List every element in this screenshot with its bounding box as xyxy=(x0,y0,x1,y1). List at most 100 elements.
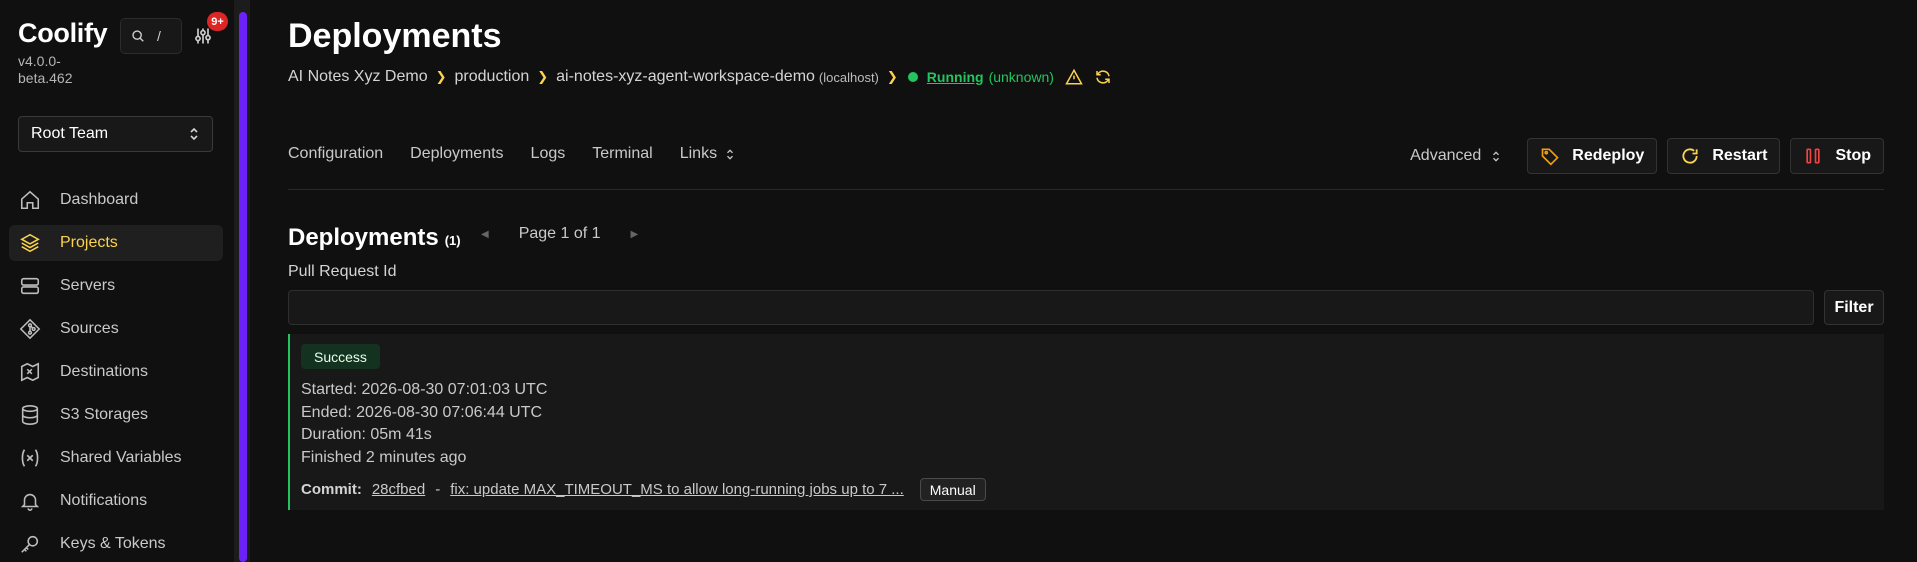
tab-configuration[interactable]: Configuration xyxy=(288,145,383,163)
resource-tabs: Configuration Deployments Logs Terminal … xyxy=(288,145,735,163)
sidebar-item-shared-variables[interactable]: Shared Variables xyxy=(9,440,223,476)
pull-request-id-input[interactable] xyxy=(288,290,1814,325)
status-badge-label: Success xyxy=(314,348,367,365)
breadcrumb: AI Notes Xyz Demo ❯ production ❯ ai-note… xyxy=(288,68,1112,86)
deployment-ended: Ended: 2026-08-30 07:06:44 UTC xyxy=(301,403,543,421)
status-dot-icon xyxy=(907,72,918,82)
deployment-item[interactable]: Success Started: 2026-08-30 07:01:03 UTC… xyxy=(288,334,1884,510)
sidebar-item-projects[interactable]: Projects xyxy=(9,225,223,261)
server-icon xyxy=(20,277,40,295)
sidebar-item-servers[interactable]: Servers xyxy=(9,268,223,304)
bell-icon xyxy=(20,493,40,511)
commit-separator: - xyxy=(435,481,441,498)
main-content: Deployments AI Notes Xyz Demo ❯ producti… xyxy=(288,0,1884,562)
sidebar-item-label: Projects xyxy=(60,234,118,251)
commit-label: Commit: xyxy=(301,481,362,498)
notification-badge: 9+ xyxy=(207,12,228,31)
page-indicator: Page 1 of 1 xyxy=(518,225,601,242)
breadcrumb-server: (localhost) xyxy=(818,69,879,85)
tab-logs[interactable]: Logs xyxy=(531,145,566,163)
sidebar-item-label: Shared Variables xyxy=(60,449,182,466)
stop-icon xyxy=(1806,148,1821,164)
app-logo[interactable]: Coolify xyxy=(18,18,108,49)
chevron-right-icon: ❯ xyxy=(435,69,447,84)
tab-links[interactable]: Links xyxy=(680,145,735,163)
sidebar-item-label: Sources xyxy=(60,320,119,337)
advanced-dropdown[interactable]: Advanced xyxy=(1410,147,1501,165)
deployments-heading: Deployments (1) xyxy=(288,224,461,252)
prev-page-icon[interactable]: ◀ xyxy=(481,229,489,240)
search-button[interactable]: / xyxy=(120,18,182,54)
stop-label: Stop xyxy=(1835,147,1871,164)
sidebar-scrollbar-thumb[interactable] xyxy=(239,12,247,562)
deployments-title: Deployments xyxy=(288,224,439,251)
deployments-count: (1) xyxy=(444,233,461,248)
sidebar-nav: Dashboard Projects Servers Sources Desti… xyxy=(9,182,223,562)
sidebar-item-label: Keys & Tokens xyxy=(60,535,166,552)
status-running-link[interactable]: Running xyxy=(927,69,984,85)
breadcrumb-project[interactable]: AI Notes Xyz Demo xyxy=(288,68,428,86)
layers-icon xyxy=(20,233,40,253)
advanced-label: Advanced xyxy=(1410,147,1482,164)
next-page-icon[interactable]: ▶ xyxy=(631,229,639,240)
team-name: Root Team xyxy=(31,125,109,142)
breadcrumb-environment[interactable]: production xyxy=(455,68,530,86)
sidebar: Coolify v4.0.0-beta.462 / 9+ Root Team D… xyxy=(0,0,234,562)
git-icon xyxy=(19,318,41,340)
map-icon xyxy=(20,362,40,382)
commit-message-link[interactable]: fix: update MAX_TIMEOUT_MS to allow long… xyxy=(450,481,904,498)
chevron-right-icon: ❯ xyxy=(537,69,549,84)
tag-icon xyxy=(1541,148,1559,166)
sidebar-item-sources[interactable]: Sources xyxy=(9,311,223,347)
sidebar-item-keys-tokens[interactable]: Keys & Tokens xyxy=(9,526,223,562)
sidebar-item-label: Servers xyxy=(60,277,116,294)
home-icon xyxy=(20,190,40,210)
redeploy-label: Redeploy xyxy=(1572,147,1645,164)
chevron-updown-icon xyxy=(1493,150,1500,162)
sidebar-item-label: Notifications xyxy=(60,492,148,509)
app-version: v4.0.0-beta.462 xyxy=(18,53,73,86)
search-icon xyxy=(132,30,144,42)
filter-button[interactable]: Filter xyxy=(1824,290,1884,325)
status-badge: Success xyxy=(301,344,380,369)
variable-icon xyxy=(21,449,39,467)
deployment-finished: Finished 2 minutes ago xyxy=(301,448,467,466)
pagination: ◀ Page 1 of 1 ▶ xyxy=(481,225,638,243)
chevron-updown-icon xyxy=(727,148,734,160)
warning-icon[interactable] xyxy=(1065,68,1083,86)
restart-icon xyxy=(1682,148,1698,164)
resource-actions: Advanced Redeploy Restart Stop xyxy=(1410,138,1884,174)
redeploy-button[interactable]: Redeploy xyxy=(1527,138,1658,174)
deployment-started: Started: 2026-08-30 07:01:03 UTC xyxy=(301,381,548,398)
stop-button[interactable]: Stop xyxy=(1790,138,1884,174)
sidebar-item-destinations[interactable]: Destinations xyxy=(9,354,223,390)
restart-button[interactable]: Restart xyxy=(1667,138,1781,174)
database-icon xyxy=(21,405,39,425)
team-select[interactable]: Root Team xyxy=(18,116,213,152)
refresh-icon[interactable] xyxy=(1094,68,1112,86)
sidebar-item-label: Dashboard xyxy=(60,191,139,208)
status-detail: (unknown) xyxy=(988,69,1054,85)
sidebar-item-dashboard[interactable]: Dashboard xyxy=(9,182,223,218)
restart-label: Restart xyxy=(1712,147,1768,164)
breadcrumb-resource[interactable]: ai-notes-xyz-agent-workspace-demo xyxy=(556,68,815,86)
page-title: Deployments xyxy=(288,17,502,55)
header-divider xyxy=(288,189,1884,190)
filter-label: Pull Request Id xyxy=(288,263,397,280)
search-shortcut: / xyxy=(157,28,161,44)
sidebar-item-label: Destinations xyxy=(60,363,149,380)
chevron-updown-icon xyxy=(190,127,198,141)
sidebar-item-s3-storages[interactable]: S3 Storages xyxy=(9,397,223,433)
tab-deployments[interactable]: Deployments xyxy=(410,145,503,163)
commit-hash-link[interactable]: 28cfbed xyxy=(372,481,425,498)
trigger-badge: Manual xyxy=(919,478,986,501)
commit-row: Commit: 28cfbed - fix: update MAX_TIMEOU… xyxy=(301,478,986,501)
sidebar-item-notifications[interactable]: Notifications xyxy=(9,483,223,519)
tab-links-label: Links xyxy=(679,145,718,162)
sidebar-item-label: S3 Storages xyxy=(60,406,149,423)
deployment-details: Started: 2026-08-30 07:01:03 UTC Ended: … xyxy=(301,379,547,469)
deployment-duration: Duration: 05m 41s xyxy=(301,426,432,443)
tab-terminal[interactable]: Terminal xyxy=(592,145,652,163)
chevron-right-icon: ❯ xyxy=(886,69,898,84)
key-icon xyxy=(21,535,39,553)
